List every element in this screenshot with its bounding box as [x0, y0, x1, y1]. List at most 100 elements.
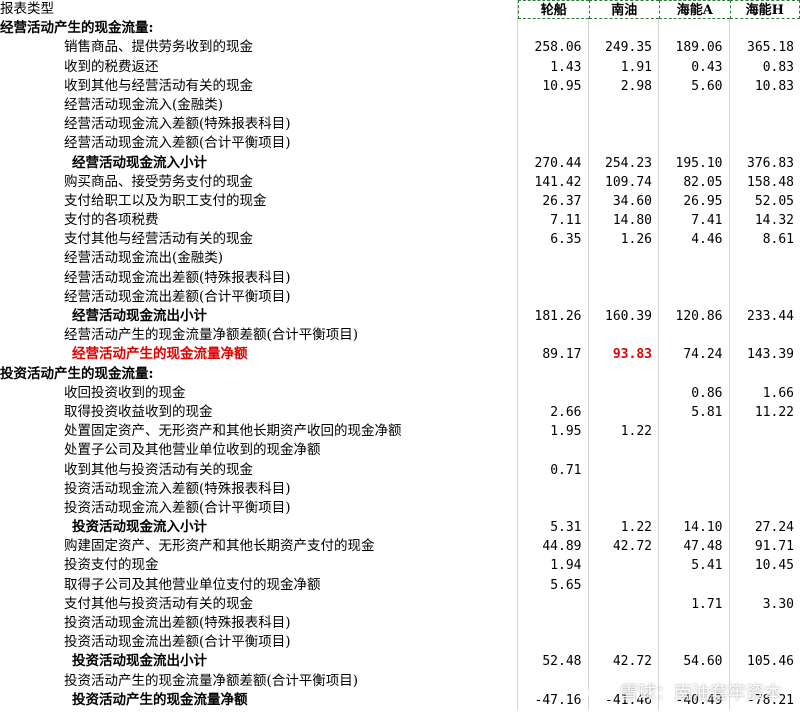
table-cell[interactable] [659, 633, 730, 653]
table-cell[interactable]: 93.83 [589, 345, 659, 365]
table-cell[interactable]: 34.60 [589, 191, 659, 212]
table-cell[interactable]: 10.45 [730, 556, 800, 575]
table-cell[interactable]: 105.46 [730, 652, 800, 671]
table-cell[interactable] [659, 249, 730, 269]
table-cell[interactable]: 7.11 [518, 211, 589, 231]
table-cell[interactable]: 42.72 [589, 652, 659, 672]
table-cell[interactable]: 0.86 [659, 383, 730, 403]
table-cell[interactable]: 10.95 [518, 76, 589, 96]
table-cell[interactable] [730, 365, 800, 384]
table-cell[interactable] [730, 441, 800, 460]
table-cell[interactable]: 158.48 [730, 173, 800, 192]
table-cell[interactable]: 1.91 [589, 57, 659, 77]
table-cell[interactable] [659, 479, 730, 499]
table-cell[interactable] [518, 383, 589, 403]
table-cell[interactable]: 47.48 [659, 537, 730, 557]
table-cell[interactable] [730, 115, 800, 134]
table-cell[interactable] [518, 249, 589, 269]
table-cell[interactable] [589, 268, 659, 288]
table-cell[interactable]: 141.42 [518, 172, 589, 192]
table-cell[interactable]: 5.65 [518, 575, 589, 595]
table-cell[interactable]: 0.43 [659, 57, 730, 77]
table-cell[interactable] [659, 19, 730, 39]
table-cell[interactable] [589, 19, 659, 39]
table-cell[interactable]: 74.24 [659, 345, 730, 365]
table-cell[interactable] [659, 614, 730, 634]
table-cell[interactable] [589, 287, 659, 307]
table-cell[interactable]: 52.48 [518, 652, 589, 672]
table-cell[interactable] [518, 134, 589, 154]
table-cell[interactable] [659, 441, 730, 461]
table-cell[interactable]: 1.94 [518, 556, 589, 576]
table-cell[interactable] [730, 480, 800, 499]
table-cell[interactable] [730, 134, 800, 153]
table-cell[interactable] [659, 498, 730, 519]
table-cell[interactable]: 109.74 [589, 172, 659, 192]
table-cell[interactable] [589, 614, 659, 634]
table-cell[interactable]: 1.71 [659, 594, 730, 614]
table-cell[interactable] [518, 441, 589, 461]
table-cell[interactable] [589, 633, 659, 653]
table-cell[interactable]: 233.44 [730, 307, 800, 326]
table-cell[interactable] [518, 594, 589, 614]
table-cell[interactable] [589, 95, 659, 116]
table-cell[interactable] [518, 498, 589, 519]
table-cell[interactable] [730, 96, 800, 115]
table-cell[interactable] [659, 364, 730, 384]
table-cell[interactable] [659, 422, 730, 442]
column-header-nanyou[interactable]: 南油 [588, 0, 659, 20]
table-cell[interactable]: 1.95 [518, 422, 589, 442]
table-cell[interactable]: 14.10 [659, 518, 730, 538]
table-cell[interactable]: 89.17 [518, 345, 589, 365]
table-cell[interactable] [589, 383, 659, 403]
table-cell[interactable]: 270.44 [518, 153, 589, 173]
table-cell[interactable]: 1.22 [589, 518, 659, 538]
table-cell[interactable] [659, 460, 730, 480]
table-cell[interactable]: 44.89 [518, 537, 589, 557]
table-cell[interactable] [730, 633, 800, 652]
table-cell[interactable] [589, 326, 659, 346]
table-cell[interactable]: 365.18 [730, 38, 800, 57]
table-cell[interactable]: 26.95 [659, 191, 730, 212]
table-cell[interactable] [518, 614, 589, 634]
table-cell[interactable]: 42.72 [589, 537, 659, 557]
table-cell[interactable] [518, 671, 589, 691]
table-cell[interactable]: 10.83 [730, 77, 800, 96]
table-cell[interactable]: 254.23 [589, 153, 659, 173]
table-cell[interactable] [659, 326, 730, 346]
table-cell[interactable] [659, 268, 730, 288]
table-cell[interactable] [730, 614, 800, 633]
table-cell[interactable]: 2.66 [518, 402, 589, 423]
table-cell[interactable]: 1.43 [518, 57, 589, 77]
table-cell[interactable]: 5.31 [518, 518, 589, 538]
table-cell[interactable]: 5.81 [659, 402, 730, 423]
table-cell[interactable]: 189.06 [659, 38, 730, 58]
table-cell[interactable] [659, 575, 730, 595]
table-cell[interactable] [659, 95, 730, 116]
table-cell[interactable] [589, 575, 659, 595]
table-cell[interactable] [518, 633, 589, 653]
table-cell[interactable] [589, 134, 659, 154]
table-cell[interactable]: 27.24 [730, 518, 800, 537]
table-cell[interactable] [518, 287, 589, 307]
table-cell[interactable]: 258.06 [518, 38, 589, 58]
table-cell[interactable]: 249.35 [589, 38, 659, 58]
table-cell[interactable]: 26.37 [518, 191, 589, 212]
table-cell[interactable]: 14.80 [589, 211, 659, 231]
table-cell[interactable] [730, 288, 800, 307]
table-cell[interactable] [518, 479, 589, 499]
table-cell[interactable] [659, 287, 730, 307]
table-cell[interactable] [589, 556, 659, 576]
table-cell[interactable]: 54.60 [659, 652, 730, 672]
table-cell[interactable] [730, 499, 800, 518]
table-cell[interactable]: 0.71 [518, 460, 589, 480]
table-cell[interactable]: 160.39 [589, 307, 659, 327]
table-cell[interactable]: 3.30 [730, 595, 800, 614]
table-cell[interactable]: -47.16 [518, 690, 589, 710]
table-cell[interactable]: 11.22 [730, 403, 800, 422]
table-cell[interactable]: 2.98 [589, 76, 659, 96]
table-cell[interactable] [730, 461, 800, 480]
table-cell[interactable] [518, 115, 589, 135]
table-cell[interactable] [589, 249, 659, 269]
table-cell[interactable]: 0.83 [730, 58, 800, 77]
